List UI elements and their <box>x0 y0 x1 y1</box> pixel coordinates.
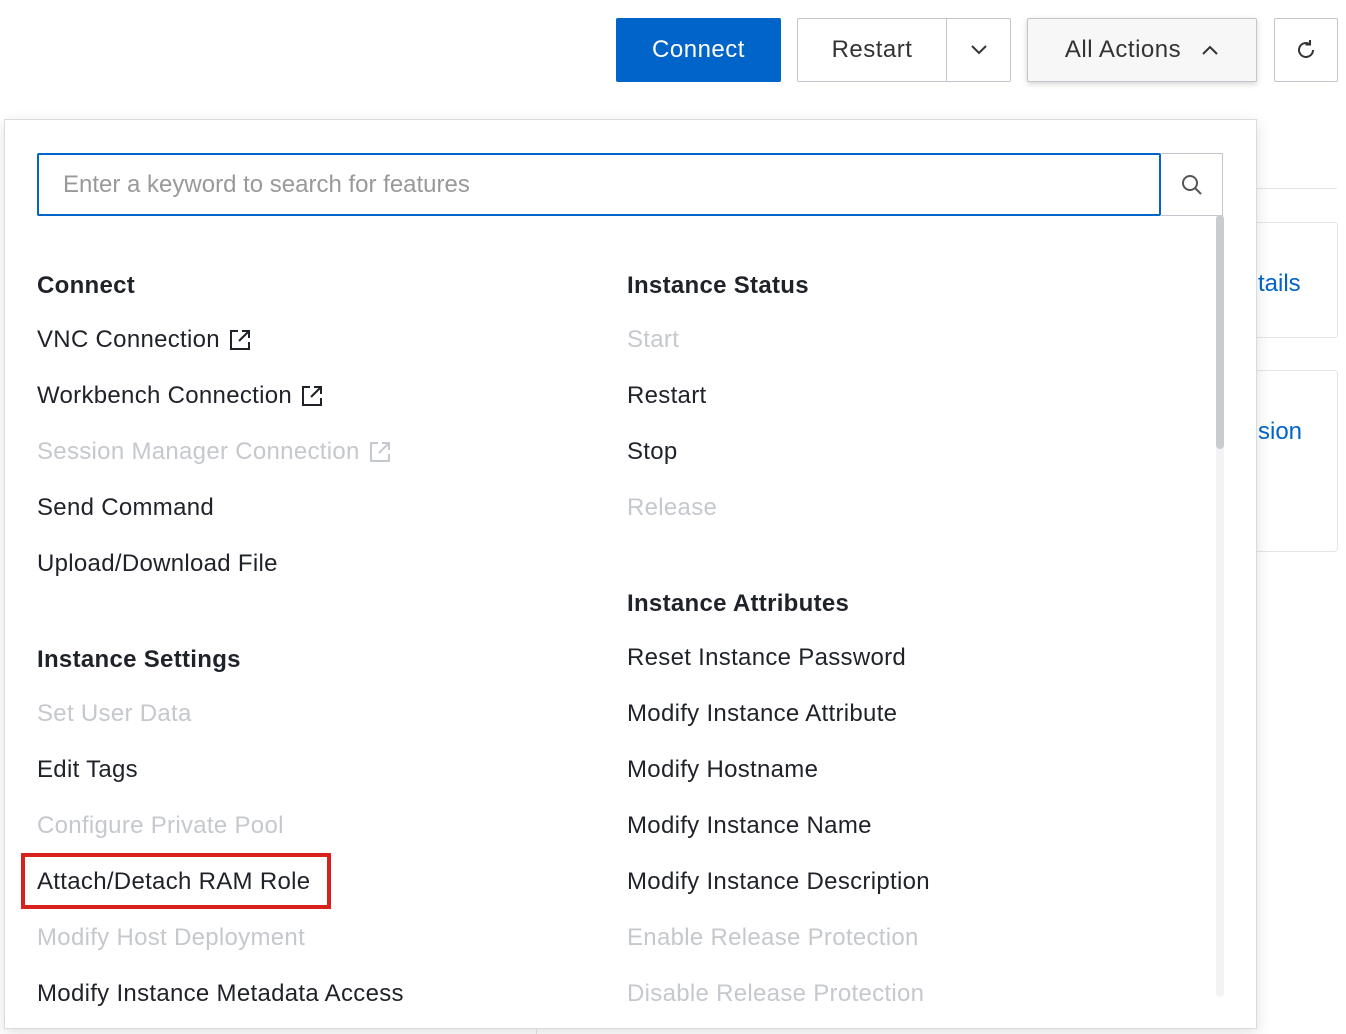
external-link-icon <box>302 386 323 406</box>
menu-item-upload-download-file[interactable]: Upload/Download File <box>37 550 278 578</box>
chevron-down-icon <box>970 45 987 55</box>
menu-item-disable-release-protection: Disable Release Protection <box>627 980 924 1008</box>
menu-item-label: Edit Tags <box>37 756 138 783</box>
menu-item-vnc-connection[interactable]: VNC Connection <box>37 326 252 354</box>
menu-item-label: Modify Instance Attribute <box>627 700 898 727</box>
menu-item-label: Upload/Download File <box>37 550 278 577</box>
connect-button[interactable]: Connect <box>616 18 781 82</box>
restart-more-button[interactable] <box>947 19 1010 81</box>
all-actions-dropdown: Connect VNC Connection Workbench Connect… <box>4 119 1257 1029</box>
connect-button-label: Connect <box>652 36 745 63</box>
background-link-details[interactable]: tails <box>1258 270 1301 298</box>
external-link-icon <box>229 330 250 350</box>
menu-item-label: Release <box>627 494 718 521</box>
chevron-up-icon <box>1202 45 1218 55</box>
menu-item-set-user-data: Set User Data <box>37 700 192 728</box>
menu-item-label: Attach/Detach RAM Role <box>37 868 311 895</box>
menu-item-modify-instance-name[interactable]: Modify Instance Name <box>627 812 872 840</box>
group-title-instance-settings: Instance Settings <box>37 646 241 673</box>
menu-item-label: Set User Data <box>37 700 192 727</box>
menu-item-send-command[interactable]: Send Command <box>37 494 214 522</box>
menu-item-attach-detach-ram-role[interactable]: Attach/Detach RAM Role <box>37 868 310 896</box>
menu-item-label: Configure Private Pool <box>37 812 284 839</box>
menu-item-modify-instance-metadata-access[interactable]: Modify Instance Metadata Access <box>37 980 404 1008</box>
menu-item-label: Send Command <box>37 494 215 521</box>
menu-item-label: Workbench Connection <box>37 382 293 409</box>
menu-item-label: Modify Instance Description <box>627 868 930 895</box>
external-link-icon <box>369 442 390 462</box>
menu-item-workbench-connection[interactable]: Workbench Connection <box>37 382 324 410</box>
restart-button-label: Restart <box>831 36 913 63</box>
menu-item-label: Disable Release Protection <box>627 980 925 1007</box>
menu-item-session-manager-connection: Session Manager Connection <box>37 438 392 466</box>
menu-item-modify-instance-description[interactable]: Modify Instance Description <box>627 868 930 896</box>
refresh-button[interactable] <box>1274 18 1338 82</box>
menu-item-label: Enable Release Protection <box>627 924 919 951</box>
group-title-connect: Connect <box>37 272 136 299</box>
scrollbar-thumb[interactable] <box>1216 215 1224 449</box>
background-link-session[interactable]: sion <box>1258 418 1302 446</box>
feature-search-input[interactable] <box>37 153 1161 216</box>
menu-item-label: Restart <box>627 382 707 409</box>
menu-item-reset-instance-password[interactable]: Reset Instance Password <box>627 644 906 672</box>
restart-split-button[interactable]: Restart <box>797 18 1011 82</box>
menu-item-modify-hostname[interactable]: Modify Hostname <box>627 756 818 784</box>
menu-item-label: VNC Connection <box>37 326 220 353</box>
group-title-instance-status: Instance Status <box>627 272 809 299</box>
menu-item-label: Modify Instance Name <box>627 812 872 839</box>
menu-item-modify-host-deployment: Modify Host Deployment <box>37 924 305 952</box>
all-actions-label: All Actions <box>1064 36 1182 63</box>
menu-item-modify-instance-attribute[interactable]: Modify Instance Attribute <box>627 700 897 728</box>
menu-item-configure-private-pool: Configure Private Pool <box>37 812 284 840</box>
menu-item-label: Stop <box>627 438 678 465</box>
menu-item-label: Start <box>627 326 680 353</box>
menu-item-label: Session Manager Connection <box>37 438 360 465</box>
refresh-icon <box>1298 40 1314 58</box>
feature-search <box>37 153 1223 216</box>
menu-item-label: Reset Instance Password <box>627 644 907 671</box>
background-divider <box>1257 188 1337 189</box>
menu-item-enable-release-protection: Enable Release Protection <box>627 924 919 952</box>
group-title-instance-attributes: Instance Attributes <box>627 590 850 617</box>
menu-item-start: Start <box>627 326 679 354</box>
menu-item-release: Release <box>627 494 717 522</box>
menu-item-label: Modify Hostname <box>627 756 819 783</box>
menu-item-edit-tags[interactable]: Edit Tags <box>37 756 138 784</box>
menu-item-label: Modify Host Deployment <box>37 924 306 951</box>
menu-item-label: Modify Instance Metadata Access <box>37 980 404 1007</box>
search-icon <box>1181 174 1202 195</box>
background-divider-bottom <box>536 1029 537 1034</box>
menu-item-stop[interactable]: Stop <box>627 438 678 466</box>
search-button[interactable] <box>1161 153 1223 216</box>
all-actions-button[interactable]: All Actions <box>1027 18 1257 82</box>
menu-item-restart[interactable]: Restart <box>627 382 706 410</box>
restart-button[interactable]: Restart <box>798 19 947 81</box>
